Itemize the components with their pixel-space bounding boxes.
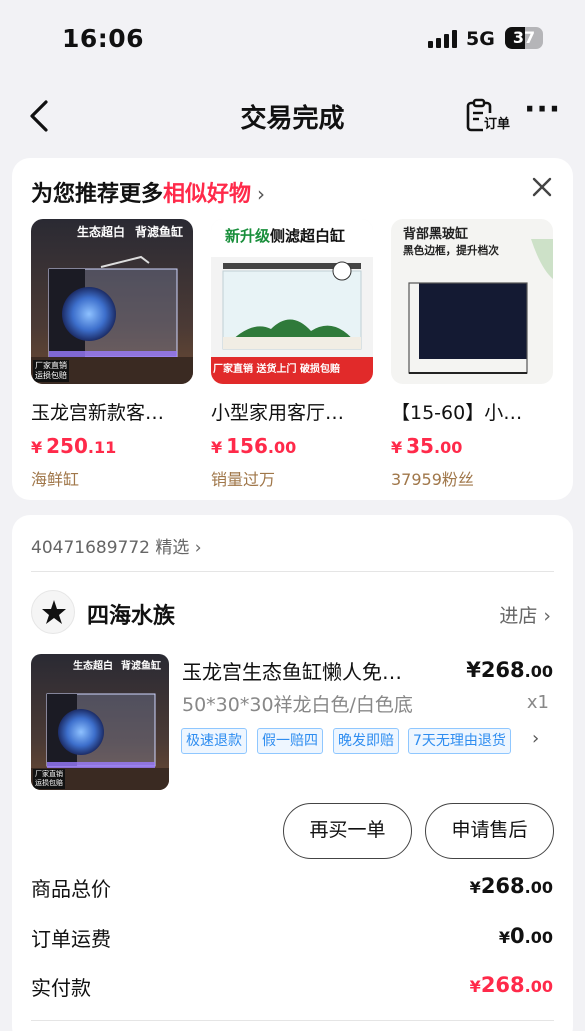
product-image-badge: 厂家直销 运损包赔 (33, 360, 69, 382)
product-image-badge: 背滤鱼缸 (135, 225, 184, 239)
battery-icon: 37 (505, 27, 543, 49)
paid-amount-value: ¥268.00 (469, 973, 553, 997)
chevron-right-icon: › (194, 538, 202, 558)
service-tag: 假一赔四 (257, 728, 323, 754)
product-price: ¥250.11 (31, 434, 117, 458)
product-card[interactable]: 背部黑玻缸 黑色边框，提升档次 【15-60】小… ¥35.00 37959粉丝 (391, 219, 553, 490)
product-name: 玉龙宫新款客… (31, 402, 165, 424)
nav-bar: 交易完成 订单 ··· (0, 78, 585, 156)
shop-name[interactable]: 四海水族 (87, 598, 175, 630)
item-price: ¥268.00 (466, 658, 553, 682)
enter-shop-link[interactable]: 进店 › (499, 601, 551, 628)
order-label: 订单 (483, 113, 511, 132)
rebuy-button[interactable]: 再买一单 (283, 803, 412, 859)
item-image-badge: 背滤鱼缸 (121, 661, 161, 672)
product-image: 生态超白 背滤鱼缸 厂家直销 运损包赔 (31, 219, 193, 384)
order-card: 40471689772 精选 › 四海水族 进店 › 生态超白 背滤鱼缸 厂家直… (12, 515, 573, 1031)
service-tag: 极速退款 (181, 728, 247, 754)
status-bar: 16:06 5G 37 (0, 0, 585, 78)
service-tag: 7天无理由退货 (408, 728, 511, 754)
order-number[interactable]: 40471689772 精选 › (31, 533, 202, 558)
product-image-badge: 背部黑玻缸 黑色边框，提升档次 (403, 227, 499, 258)
close-button[interactable] (531, 176, 553, 198)
chevron-right-icon: › (257, 182, 266, 206)
divider (31, 1020, 554, 1021)
recommend-card: 为您推荐更多相似好物 › 生态超白 背滤鱼缸 厂家直销 运损包赔 玉龙宫新款客…… (12, 158, 573, 500)
product-image: 新升级侧滤超白缸 厂家直销 送货上门 破损包赔 (211, 219, 373, 384)
item-quantity: x1 (526, 692, 549, 713)
product-name: 【15-60】小… (391, 402, 523, 424)
shop-logo[interactable] (31, 590, 75, 634)
item-image-badge: 厂家直销 运损包赔 (33, 769, 65, 789)
product-image-badge: 新升级侧滤超白缸 (225, 227, 346, 245)
item-image-badge: 生态超白 (73, 661, 113, 672)
product-price: ¥156.00 (211, 434, 297, 458)
after-sale-button[interactable]: 申请售后 (425, 803, 554, 859)
total-price-value: ¥268.00 (469, 874, 553, 898)
item-image[interactable]: 生态超白 背滤鱼缸 厂家直销 运损包赔 (31, 654, 169, 790)
divider (31, 571, 554, 572)
recommend-title[interactable]: 为您推荐更多相似好物 › (31, 176, 265, 208)
recommend-title-prefix: 为您推荐更多 (31, 182, 164, 207)
item-title[interactable]: 玉龙宫生态鱼缸懒人免… (182, 656, 442, 685)
product-card[interactable]: 生态超白 背滤鱼缸 厂家直销 运损包赔 玉龙宫新款客… ¥250.11 海鲜缸 (31, 219, 193, 490)
shipping-fee-label: 订单运费 (31, 927, 111, 951)
status-time: 16:06 (62, 24, 145, 53)
paid-amount-label: 实付款 (31, 976, 91, 1000)
product-subtext: 销量过万 (211, 470, 276, 489)
service-tag: 晚发即赔 (333, 728, 399, 754)
network-type: 5G (466, 28, 495, 50)
close-icon (532, 177, 552, 197)
order-button[interactable]: 订单 (462, 96, 514, 138)
total-price-label: 商品总价 (31, 877, 111, 901)
product-card[interactable]: 新升级侧滤超白缸 厂家直销 送货上门 破损包赔 小型家用客厅… ¥156.00 … (211, 219, 373, 490)
shipping-fee-value: ¥0.00 (498, 924, 553, 948)
chevron-right-icon: › (532, 728, 540, 749)
product-name: 小型家用客厅… (211, 402, 345, 424)
item-spec: 50*30*30祥龙白色/白色底 (182, 694, 413, 716)
chevron-right-icon: › (543, 605, 551, 627)
product-subtext: 37959粉丝 (391, 470, 474, 489)
cellular-signal-icon (428, 30, 458, 48)
battery-level: 37 (512, 28, 536, 47)
more-icon[interactable]: ··· (524, 95, 560, 130)
product-image-badge: 厂家直销 送货上门 破损包赔 (213, 364, 340, 375)
product-subtext: 海鲜缸 (31, 470, 80, 489)
recommend-title-highlight: 相似好物 (163, 182, 252, 207)
product-image-badge: 生态超白 (77, 225, 126, 239)
product-image: 背部黑玻缸 黑色边框，提升档次 (391, 219, 553, 384)
product-price: ¥35.00 (391, 434, 463, 458)
